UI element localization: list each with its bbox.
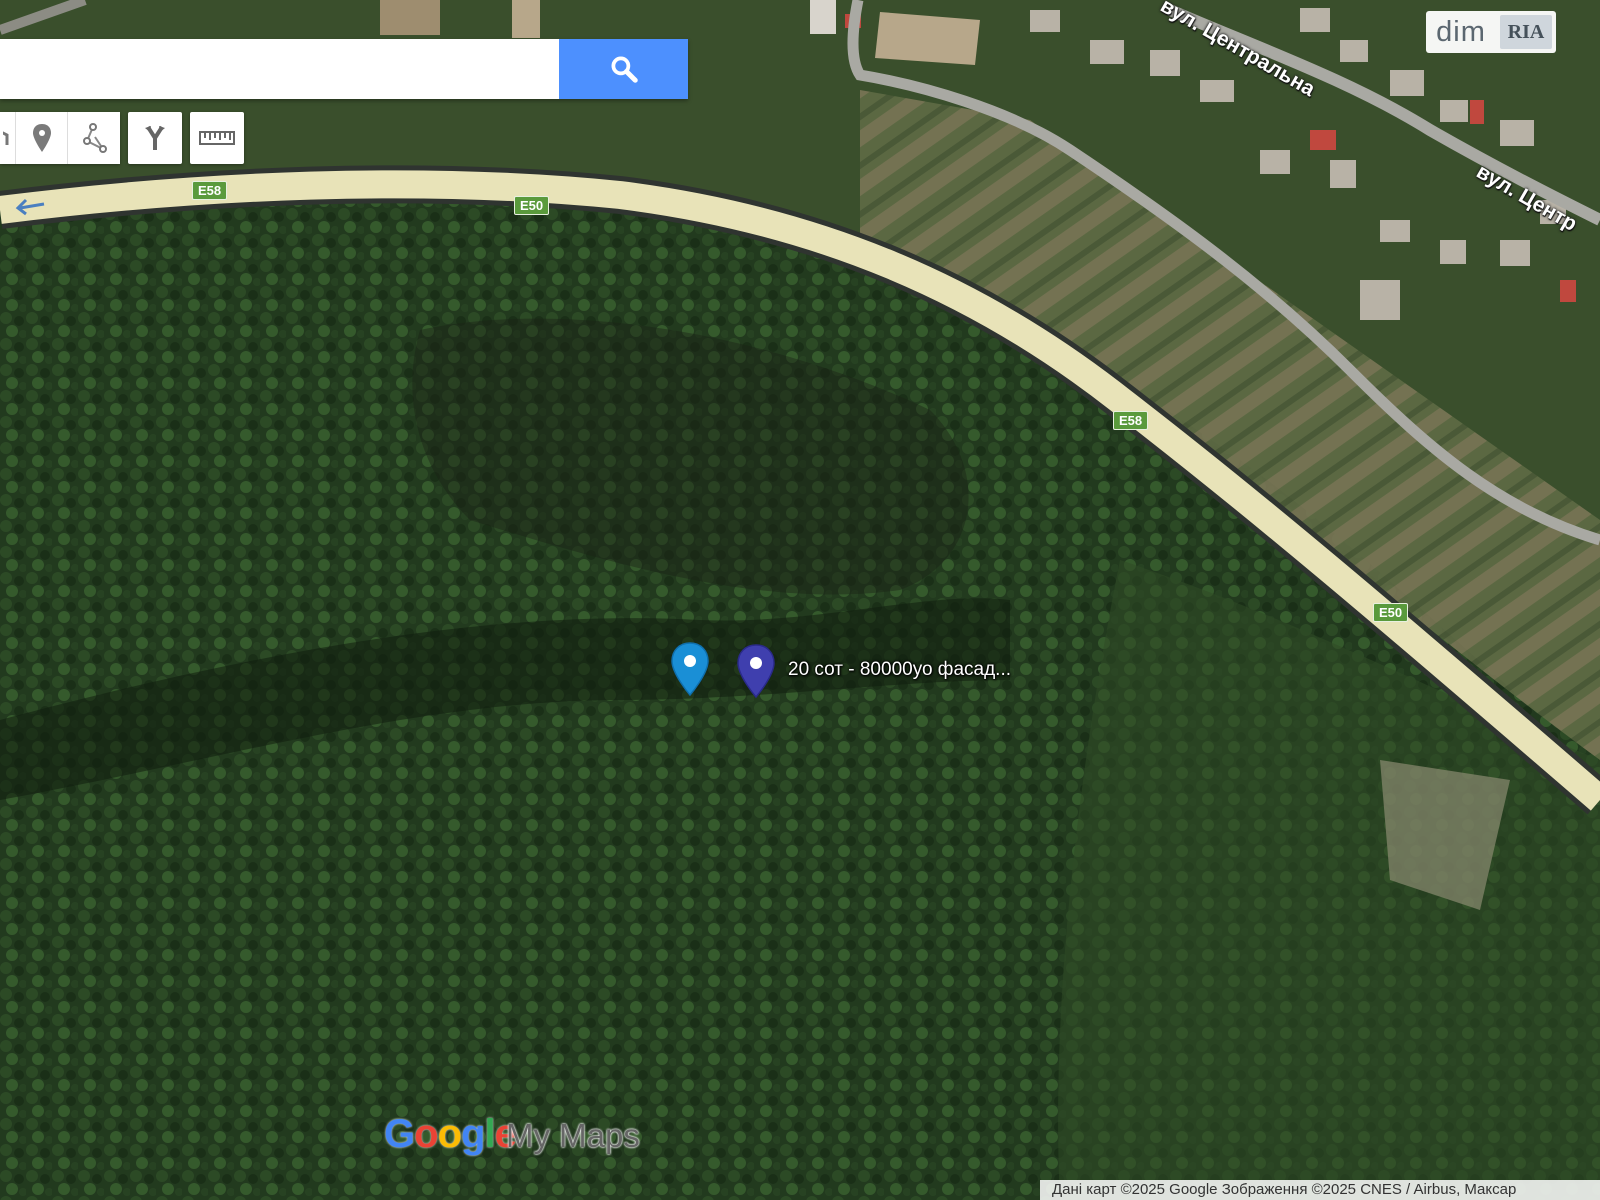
- my-maps-label: My Maps: [506, 1117, 640, 1154]
- search-bar: [0, 39, 688, 99]
- search-icon: [611, 56, 638, 83]
- satellite-map[interactable]: [0, 0, 1600, 1200]
- directions-button[interactable]: [128, 112, 182, 164]
- map-toolbar: [0, 112, 244, 164]
- polyline-icon: [83, 123, 107, 153]
- add-marker-button[interactable]: [16, 112, 68, 164]
- measure-button[interactable]: [190, 112, 244, 164]
- road-shield-e50: E50: [514, 196, 550, 215]
- search-button[interactable]: [559, 39, 688, 99]
- ruler-icon: [199, 131, 235, 145]
- dimria-logo[interactable]: dim RIA: [1426, 11, 1556, 53]
- google-logo: Google: [384, 1112, 517, 1156]
- directions-icon: [145, 125, 165, 150]
- map-marker-pin[interactable]: [670, 641, 710, 697]
- road-shield-e58: E58: [1113, 411, 1149, 430]
- map-marker-pin[interactable]: [735, 643, 777, 699]
- marker-label[interactable]: 20 сот - 80000уо фасад...: [788, 659, 1011, 681]
- hand-icon: [2, 131, 8, 145]
- search-input[interactable]: [0, 39, 559, 99]
- road-shield-e58: E58: [192, 181, 228, 200]
- map-attribution: Дані карт ©2025 Google Зображення ©2025 …: [1040, 1180, 1600, 1200]
- hand-tool-button[interactable]: [0, 112, 16, 164]
- marker-icon: [32, 124, 51, 152]
- draw-line-button[interactable]: [68, 112, 120, 164]
- tool-group: [0, 112, 120, 164]
- road-shield-e50: E50: [1373, 603, 1409, 622]
- brand-dim-text: dim: [1436, 15, 1486, 48]
- brand-ria-text: RIA: [1500, 15, 1552, 49]
